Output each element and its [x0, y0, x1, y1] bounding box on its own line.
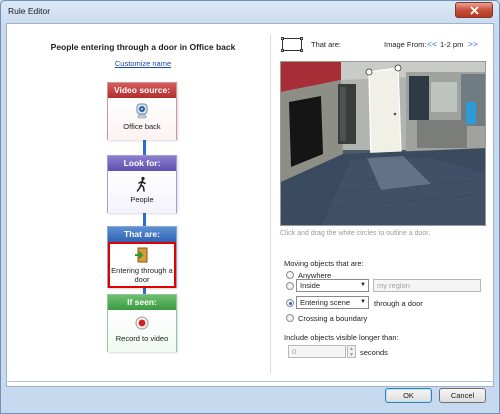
step-that-are[interactable]: That are: Entering through a door	[107, 226, 177, 288]
step-header: Video source:	[108, 83, 176, 98]
entering-select-value: Entering scene	[300, 298, 351, 307]
include-objects-label: Include objects visible longer than:	[284, 333, 399, 342]
close-button[interactable]	[455, 2, 493, 18]
step-body: People	[108, 171, 176, 213]
chevron-down-icon: ▼	[360, 299, 366, 305]
spin-down-icon[interactable]: ▼	[348, 352, 355, 358]
step-label: People	[130, 195, 154, 204]
radio-crossing[interactable]	[286, 314, 294, 322]
duration-spinner[interactable]: ▲ ▼	[347, 345, 356, 358]
camera-preview[interactable]	[280, 61, 486, 226]
camera-preview-image	[281, 62, 485, 225]
next-image-button[interactable]: >>	[468, 39, 478, 49]
radio-inside[interactable]	[286, 282, 294, 290]
step-label: Office back	[123, 122, 161, 131]
seconds-label: seconds	[360, 348, 388, 357]
record-icon	[134, 315, 150, 331]
close-icon	[469, 5, 479, 15]
person-walking-icon	[134, 176, 150, 192]
cancel-button[interactable]: Cancel	[439, 388, 486, 403]
radio-anywhere[interactable]	[286, 271, 294, 279]
chevron-down-icon: ▼	[360, 282, 366, 288]
step-label: Entering through a door	[111, 266, 173, 284]
image-from-label: Image From:	[384, 40, 427, 49]
step-body: Record to video	[108, 310, 176, 352]
camera-icon	[134, 103, 150, 119]
flow-connector	[143, 213, 146, 227]
radio-entering[interactable]	[286, 299, 294, 307]
door-enter-icon	[134, 247, 150, 263]
crossing-boundary-label: Crossing a boundary	[298, 314, 368, 323]
step-if-seen[interactable]: If seen: Record to video	[107, 294, 177, 352]
title-bar: Rule Editor	[1, 1, 499, 23]
dialog-client-area: People entering through a door in Office…	[6, 23, 494, 387]
duration-input[interactable]: 0	[288, 345, 346, 358]
step-label: Record to video	[115, 334, 169, 343]
step-header: That are:	[108, 227, 176, 242]
rule-title: People entering through a door in Office…	[50, 42, 236, 52]
step-header: If seen:	[108, 295, 176, 310]
customize-name-link[interactable]: Customize name	[21, 59, 265, 68]
step-header: Look for:	[108, 156, 176, 171]
step-video-source[interactable]: Video source: Office back	[107, 82, 177, 140]
window-title: Rule Editor	[8, 6, 51, 16]
previous-image-button[interactable]: <<	[427, 39, 437, 49]
inside-select-value: Inside	[300, 281, 321, 290]
panel-divider	[270, 34, 271, 374]
outline-hint: Click and drag the white circles to outl…	[280, 230, 431, 237]
step-body: Office back	[108, 98, 176, 140]
entering-select[interactable]: Entering scene ▼	[296, 296, 369, 309]
footer-separator	[6, 381, 494, 382]
region-shape-icon	[281, 37, 303, 52]
through-door-label: through a door	[374, 299, 423, 308]
that-are-label: That are:	[311, 40, 342, 49]
region-name-input[interactable]: my region	[373, 279, 481, 292]
step-body-selected: Entering through a door	[108, 242, 176, 288]
step-look-for[interactable]: Look for: People	[107, 155, 177, 213]
inside-select[interactable]: Inside ▼	[296, 279, 369, 292]
flow-connector	[143, 140, 146, 156]
ok-button[interactable]: OK	[385, 388, 432, 403]
moving-objects-label: Moving objects that are:	[284, 259, 364, 268]
image-time-range: 1-2 pm	[440, 40, 464, 49]
